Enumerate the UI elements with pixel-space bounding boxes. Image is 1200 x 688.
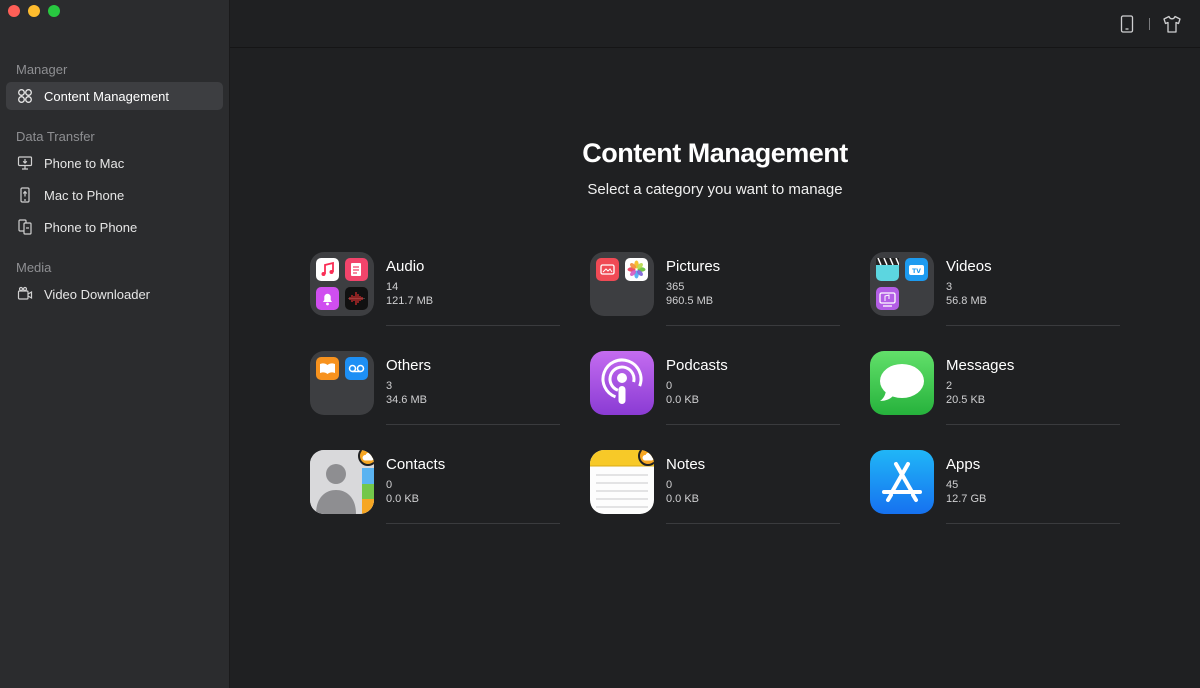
category-notes[interactable]: Notes 0 0.0 KB (590, 450, 870, 524)
audio-folder-icon (310, 252, 374, 316)
section-title-manager: Manager (16, 62, 68, 77)
category-size: 12.7 GB (946, 493, 987, 505)
category-count: 365 (666, 281, 685, 293)
app-store-icon (870, 450, 934, 514)
category-name: Contacts (386, 456, 446, 473)
tshirt-icon[interactable] (1162, 14, 1182, 34)
sidebar-item-label: Content Management (44, 88, 170, 104)
category-podcasts[interactable]: Podcasts 0 0.0 KB (590, 351, 870, 425)
category-count: 0 (666, 479, 673, 491)
category-size: 0.0 KB (666, 394, 700, 406)
toolbar (230, 0, 1200, 48)
category-count: 3 (386, 380, 393, 392)
pictures-folder-icon (590, 252, 654, 316)
category-name: Messages (946, 357, 1015, 374)
messages-icon (870, 351, 934, 415)
category-name: Podcasts (666, 357, 728, 374)
category-videos[interactable]: TV Videos 3 56.8 MB (870, 252, 1130, 326)
category-count: 14 (386, 281, 399, 293)
main-content: Content Management Select a category you… (230, 0, 1200, 688)
mac-to-phone-icon (16, 186, 34, 204)
category-others[interactable]: Others 3 34.6 MB (310, 351, 590, 425)
sidebar-item-mac-to-phone[interactable]: Mac to Phone (6, 181, 223, 209)
sidebar: Manager Content Management Data Transfer… (0, 0, 230, 688)
minimize-window-button[interactable] (28, 5, 40, 17)
contacts-icon (310, 450, 374, 514)
maximize-window-button[interactable] (48, 5, 60, 17)
phone-to-mac-icon (16, 154, 34, 172)
category-size: 121.7 MB (386, 295, 434, 307)
sidebar-item-phone-to-mac[interactable]: Phone to Mac (6, 149, 223, 177)
category-count: 2 (946, 380, 953, 392)
page-subtitle: Select a category you want to manage (587, 181, 843, 198)
category-size: 56.8 MB (946, 295, 987, 307)
close-window-button[interactable] (8, 5, 20, 17)
category-audio[interactable]: Audio 14 121.7 MB (310, 252, 590, 326)
category-grid: Audio 14 121.7 MB Pictures 365 960.5 MB … (310, 252, 1130, 524)
category-contacts[interactable]: Contacts 0 0.0 KB (310, 450, 590, 524)
category-name: Others (386, 357, 432, 374)
sidebar-item-label: Phone to Phone (44, 219, 138, 235)
notes-icon (590, 450, 654, 514)
category-size: 20.5 KB (946, 394, 986, 406)
videos-folder-icon: TV (870, 252, 934, 316)
others-folder-icon (310, 351, 374, 415)
video-camera-icon (16, 285, 34, 303)
sidebar-item-phone-to-phone[interactable]: Phone to Phone (6, 213, 223, 241)
sidebar-item-label: Mac to Phone (44, 187, 125, 203)
sidebar-item-video-downloader[interactable]: Video Downloader (6, 280, 223, 308)
device-icon[interactable] (1117, 14, 1137, 34)
category-size: 0.0 KB (386, 493, 420, 505)
phone-to-phone-icon (16, 218, 34, 236)
svg-text:TV: TV (912, 268, 921, 275)
category-name: Notes (666, 456, 706, 473)
category-size: 34.6 MB (386, 394, 427, 406)
category-name: Apps (946, 456, 981, 473)
sidebar-item-content-management[interactable]: Content Management (6, 82, 223, 110)
section-title-data-transfer: Data Transfer (16, 129, 95, 144)
category-messages[interactable]: Messages 2 20.5 KB (870, 351, 1130, 425)
sidebar-item-label: Video Downloader (44, 286, 150, 302)
category-name: Videos (946, 258, 992, 275)
category-count: 45 (946, 479, 959, 491)
category-name: Audio (386, 258, 425, 275)
podcasts-icon (590, 351, 654, 415)
page-title: Content Management (582, 138, 848, 168)
category-count: 0 (666, 380, 673, 392)
category-pictures[interactable]: Pictures 365 960.5 MB (590, 252, 870, 326)
toolbar-divider (1149, 18, 1150, 30)
category-size: 0.0 KB (666, 493, 700, 505)
sidebar-item-label: Phone to Mac (44, 155, 125, 171)
category-apps[interactable]: Apps 45 12.7 GB (870, 450, 1130, 524)
category-name: Pictures (666, 258, 721, 275)
window-controls (8, 5, 60, 17)
category-count: 0 (386, 479, 393, 491)
grid-icon (16, 87, 34, 105)
section-title-media: Media (16, 260, 52, 275)
category-size: 960.5 MB (666, 295, 714, 307)
category-count: 3 (946, 281, 953, 293)
app-window: Manager Content Management Data Transfer… (0, 0, 1200, 688)
